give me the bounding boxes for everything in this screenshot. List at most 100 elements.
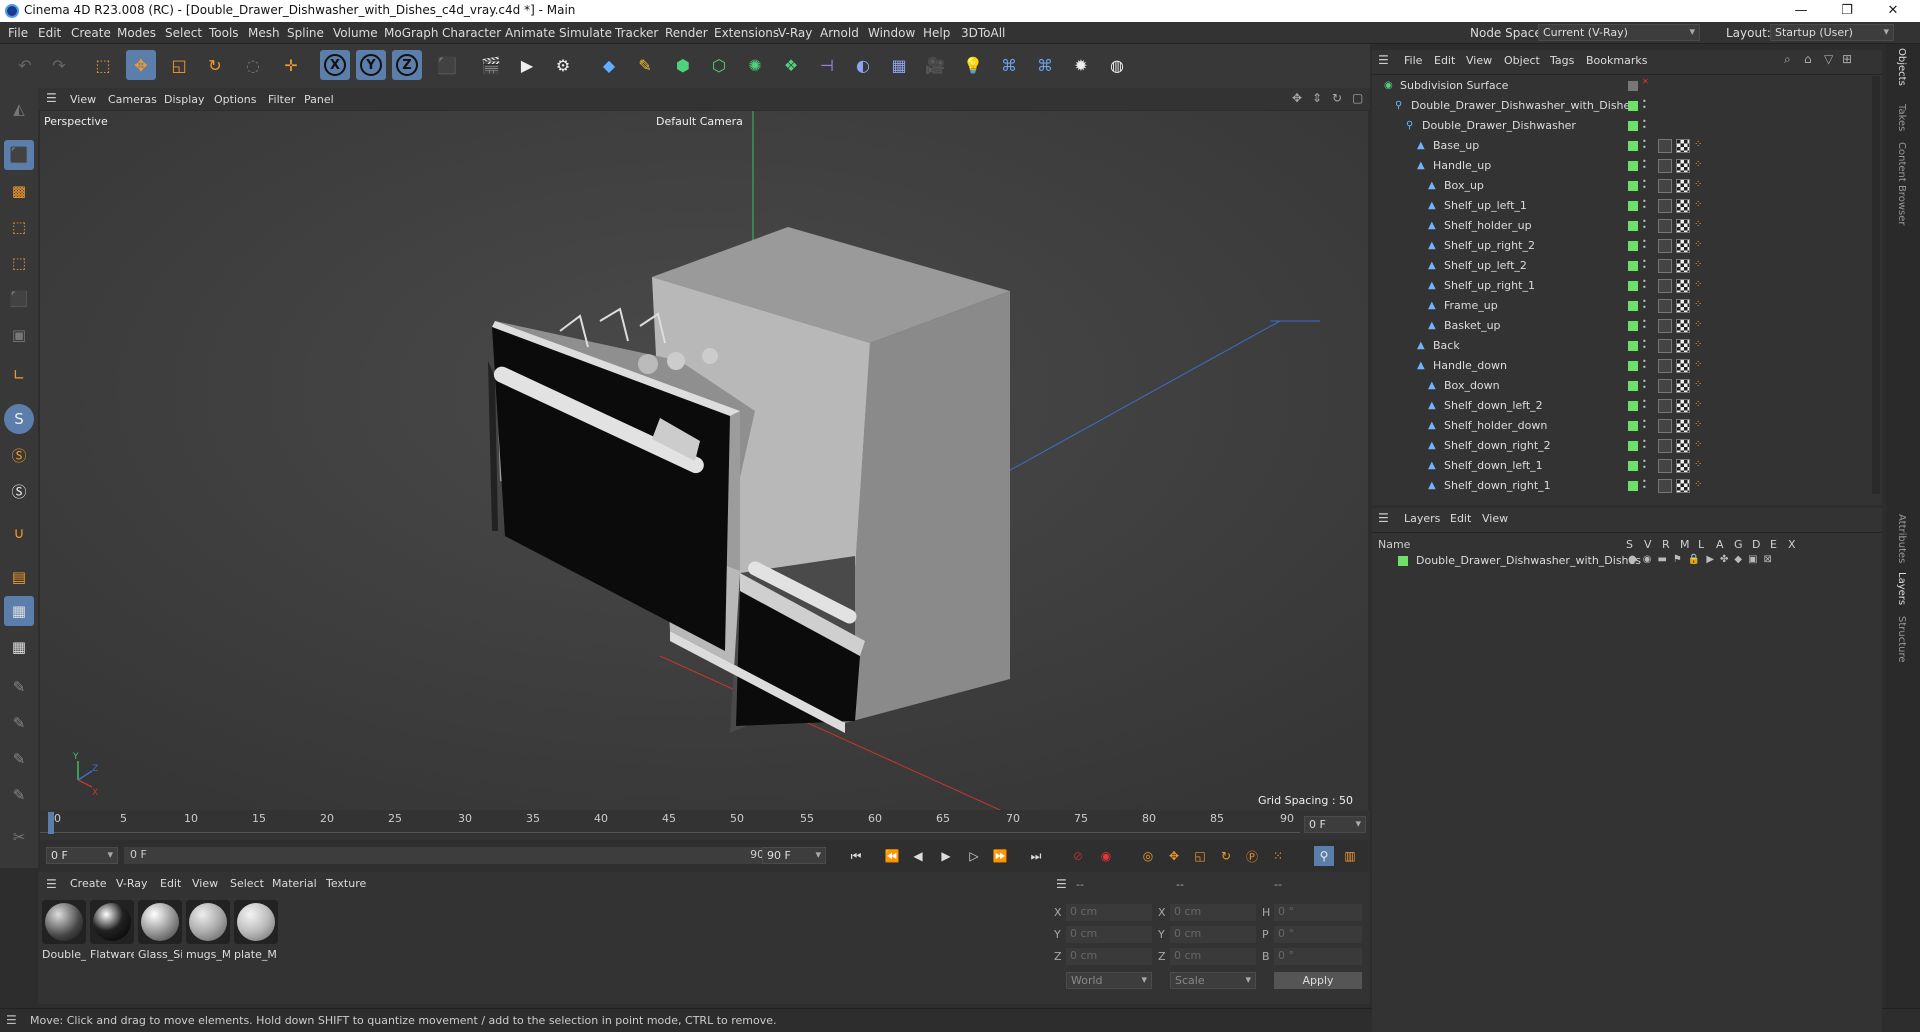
brush-tool-icon[interactable]: ✎ (4, 744, 34, 774)
menu-vray[interactable]: V-Ray (778, 26, 812, 40)
uvw-tag-icon[interactable]: ⁘ (1694, 199, 1704, 213)
menu-select[interactable]: Select (165, 26, 202, 40)
layer-color-indicator[interactable] (1628, 201, 1638, 211)
layer-color-indicator[interactable] (1628, 441, 1638, 451)
python-script-icon[interactable]: ⌘ (1030, 50, 1060, 80)
uvw-tag-icon[interactable]: ⁘ (1694, 479, 1704, 493)
material-swatch[interactable] (42, 900, 86, 944)
phong-tag-icon[interactable] (1658, 179, 1672, 193)
mograph-icon[interactable]: ❖ (776, 50, 806, 80)
record-keys-icon[interactable]: ⊘ (1068, 846, 1088, 866)
position-y-field[interactable]: 0 cm (1066, 926, 1152, 943)
object-row[interactable]: ▲ Shelf_down_right_1 • • ⁘ (1372, 476, 1882, 494)
material-tag-icon[interactable] (1676, 359, 1690, 373)
phong-tag-icon[interactable] (1658, 479, 1672, 493)
next-frame-icon[interactable]: ▷ (964, 846, 984, 866)
object-name[interactable]: Basket_up (1444, 319, 1501, 332)
texture-mode-icon[interactable]: ▩ (4, 176, 34, 206)
points-mode-icon[interactable]: ⬚ (4, 212, 34, 242)
rotation-h-field[interactable]: 0 ° (1274, 904, 1362, 921)
material-menu-select[interactable]: Select (230, 877, 264, 890)
tab-structure[interactable]: Structure (1896, 616, 1907, 663)
layer-color-indicator[interactable] (1628, 361, 1638, 371)
uvw-tag-icon[interactable]: ⁘ (1694, 139, 1704, 153)
prev-frame-icon[interactable]: ◀ (908, 846, 928, 866)
menu-create[interactable]: Create (71, 26, 111, 40)
menu-edit[interactable]: Edit (38, 26, 61, 40)
vray-settings-icon[interactable]: ✹ (1066, 50, 1096, 80)
material-menu-edit[interactable]: Edit (160, 877, 181, 890)
goto-end-icon[interactable]: ⏭ (1026, 846, 1046, 866)
vray-globe-icon[interactable]: ◍ (1102, 50, 1132, 80)
make-editable-icon[interactable]: ◭ (4, 94, 34, 124)
node-space-select[interactable]: Current (V-Ray) (1538, 24, 1700, 41)
coord-hamburger-icon[interactable]: ☰ (1056, 877, 1067, 891)
phong-tag-icon[interactable] (1658, 199, 1672, 213)
deformer-icon[interactable]: ⊣ (812, 50, 842, 80)
timeline-ruler[interactable]: 0 5 10 15 20 25 30 35 40 45 50 55 60 65 … (40, 810, 1370, 840)
object-row[interactable]: ▲ Shelf_up_right_2 • • ⁘ (1372, 236, 1882, 256)
prev-key-icon[interactable]: ⏪ (882, 846, 902, 866)
menu-mograph[interactable]: MoGraph (384, 26, 439, 40)
object-name[interactable]: Box_down (1444, 379, 1500, 392)
visibility-dots-icon[interactable]: • • (1642, 438, 1647, 453)
key-param-icon[interactable]: Ⓟ (1242, 846, 1262, 866)
viewport-menu-panel[interactable]: Panel (304, 93, 334, 106)
position-x-field[interactable]: 0 cm (1066, 904, 1152, 921)
phong-tag-icon[interactable] (1658, 219, 1672, 233)
material-tag-icon[interactable] (1676, 379, 1690, 393)
layer-color-indicator[interactable] (1628, 401, 1638, 411)
material-swatch[interactable] (234, 900, 278, 944)
object-name[interactable]: Shelf_up_left_2 (1444, 259, 1527, 272)
object-row[interactable]: ▲ Box_down • • ⁘ (1372, 376, 1882, 396)
transform-tool-icon[interactable]: ✛ (276, 50, 306, 80)
phong-tag-icon[interactable] (1658, 359, 1672, 373)
axis-mode-icon[interactable]: ∟ (4, 360, 34, 390)
phong-tag-icon[interactable] (1658, 339, 1672, 353)
visibility-dots-icon[interactable]: • • (1642, 258, 1647, 273)
phong-tag-icon[interactable] (1658, 419, 1672, 433)
tab-attributes[interactable]: Attributes (1896, 514, 1907, 563)
tab-takes[interactable]: Takes (1896, 104, 1907, 131)
layer-row[interactable]: Double_Drawer_Dishwasher_with_Dishes ●◉▬… (1372, 552, 1872, 570)
material-swatch[interactable] (186, 900, 230, 944)
locked-workplane-icon[interactable]: ▦ (4, 632, 34, 662)
menu-render[interactable]: Render (665, 26, 708, 40)
sculpt-tool-icon[interactable]: ✎ (4, 708, 34, 738)
key-rotation-icon[interactable]: ↻ (1216, 846, 1236, 866)
phong-tag-icon[interactable] (1658, 459, 1672, 473)
camera-icon[interactable]: 🎥 (920, 50, 950, 80)
field-icon[interactable]: ◐ (848, 50, 878, 80)
object-row[interactable]: ▲ Shelf_holder_down • • ⁘ (1372, 416, 1882, 436)
visibility-dots-icon[interactable]: • • (1642, 418, 1647, 433)
keyframe-selection-icon[interactable]: ◎ (1138, 846, 1158, 866)
layer-color-indicator[interactable] (1628, 241, 1638, 251)
objmgr-menu-object[interactable]: Object (1504, 54, 1540, 67)
key-pla-icon[interactable]: ⁙ (1268, 846, 1288, 866)
object-name[interactable]: Frame_up (1444, 299, 1498, 312)
visibility-dots-icon[interactable]: • • (1642, 458, 1647, 473)
coord-space-select[interactable]: World (1066, 972, 1152, 989)
menu-tools[interactable]: Tools (209, 26, 239, 40)
viewport-menu-options[interactable]: Options (214, 93, 256, 106)
layer-color-indicator[interactable] (1628, 161, 1638, 171)
phong-tag-icon[interactable] (1658, 259, 1672, 273)
visibility-dots-icon[interactable]: • • (1642, 378, 1647, 393)
uvw-tag-icon[interactable]: ⁘ (1694, 279, 1704, 293)
object-row[interactable]: ▲ Shelf_down_left_2 • • ⁘ (1372, 396, 1882, 416)
object-name[interactable]: Shelf_up_right_2 (1444, 239, 1535, 252)
size-x-field[interactable]: 0 cm (1170, 904, 1256, 921)
material-tag-icon[interactable] (1676, 419, 1690, 433)
material-tag-icon[interactable] (1676, 179, 1690, 193)
object-name[interactable]: Shelf_down_left_2 (1444, 399, 1543, 412)
recent-tool-icon[interactable]: ◌ (238, 50, 268, 80)
redo-icon[interactable]: ↷ (44, 50, 74, 80)
uv-mode-icon[interactable]: ▣ (4, 320, 34, 350)
objmgr-hamburger-icon[interactable]: ☰ (1378, 53, 1389, 67)
menu-extensions[interactable]: Extensions (714, 26, 779, 40)
layer-color-indicator[interactable] (1628, 301, 1638, 311)
maximize-button[interactable]: ❐ (1824, 0, 1870, 22)
material-tag-icon[interactable] (1676, 479, 1690, 493)
visibility-dots-icon[interactable]: • • (1642, 118, 1647, 133)
key-position-icon[interactable]: ✥ (1164, 846, 1184, 866)
